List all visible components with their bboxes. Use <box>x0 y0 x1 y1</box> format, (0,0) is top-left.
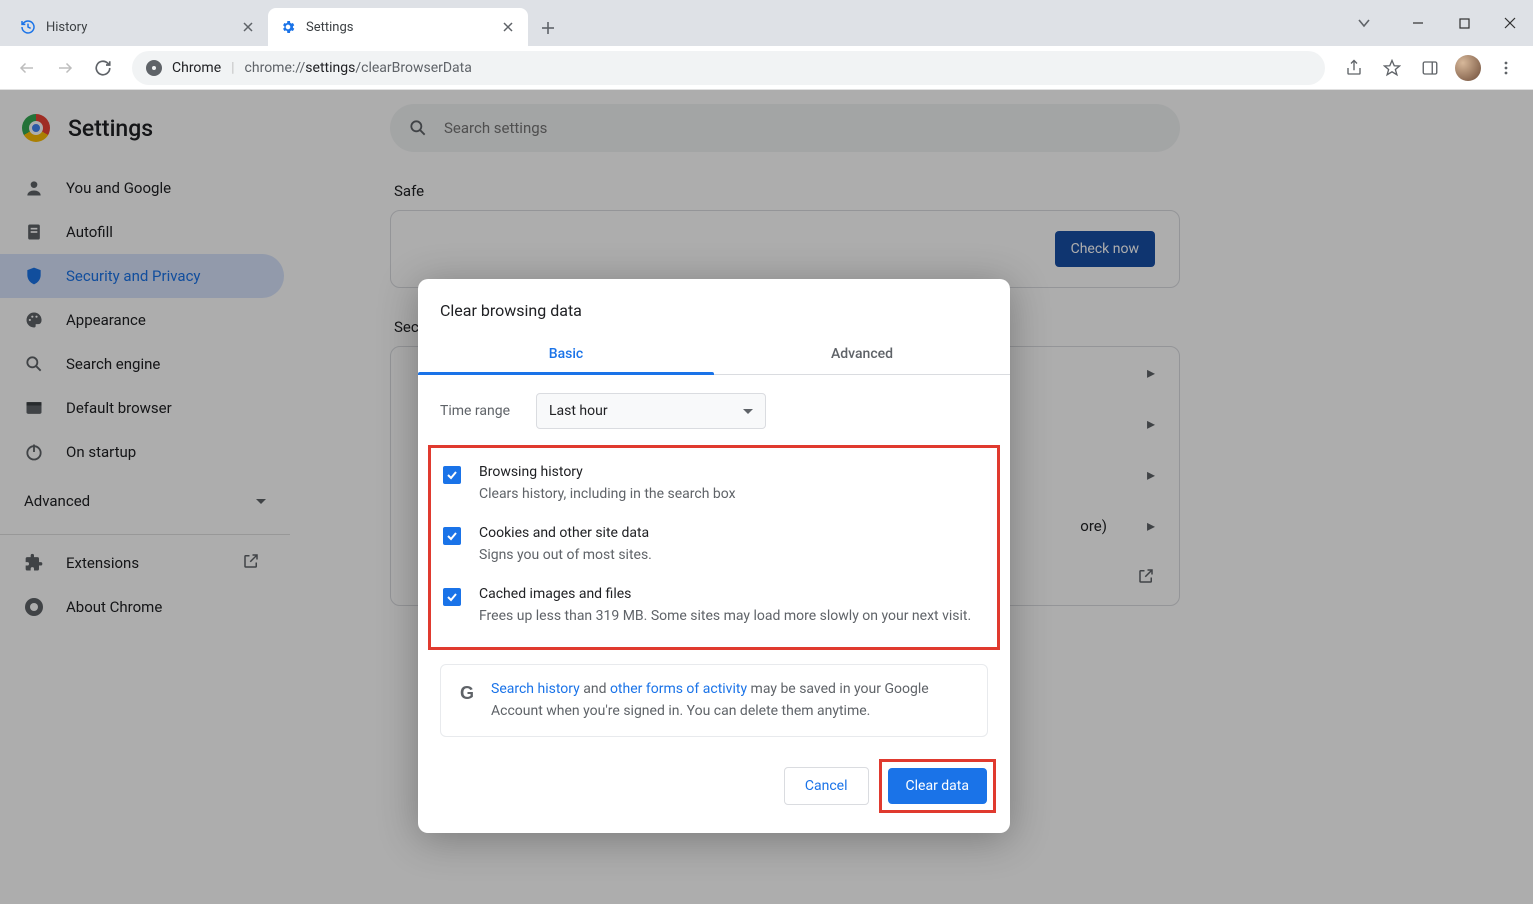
clear-browsing-data-dialog: Clear browsing data Basic Advanced Time … <box>418 279 1010 833</box>
highlight-box-clear: Clear data <box>879 759 996 813</box>
tab-settings[interactable]: Settings <box>268 8 528 46</box>
google-g-icon: G <box>457 683 477 703</box>
chevron-down-icon <box>743 409 753 414</box>
check-row-cookies[interactable]: Cookies and other site data Signs you ou… <box>439 515 989 576</box>
time-range-value: Last hour <box>549 403 608 419</box>
close-icon[interactable] <box>500 19 516 35</box>
tab-title: History <box>46 20 230 35</box>
history-icon <box>20 19 36 35</box>
tab-advanced[interactable]: Advanced <box>714 334 1010 374</box>
forward-button[interactable] <box>48 51 82 85</box>
new-tab-button[interactable] <box>534 14 562 42</box>
check-desc: Clears history, including in the search … <box>479 484 736 505</box>
address-host: settings <box>305 60 355 76</box>
close-icon[interactable] <box>240 19 256 35</box>
tab-search-icon[interactable] <box>1341 0 1387 46</box>
tab-title: Settings <box>306 20 490 35</box>
address-bar[interactable]: Chrome | chrome://settings/clearBrowserD… <box>132 51 1325 85</box>
gear-icon <box>280 19 296 35</box>
info-text: Search history and other forms of activi… <box>491 679 971 722</box>
share-icon[interactable] <box>1337 51 1371 85</box>
address-scheme: chrome:// <box>245 60 306 76</box>
check-title: Cached images and files <box>479 586 971 602</box>
link-search-history[interactable]: Search history <box>491 681 580 697</box>
time-range-label: Time range <box>440 403 522 419</box>
check-title: Cookies and other site data <box>479 525 652 541</box>
checkbox-checked-icon[interactable] <box>443 527 461 545</box>
dialog-tabs: Basic Advanced <box>418 334 1010 375</box>
minimize-button[interactable] <box>1395 0 1441 46</box>
browser-titlebar: History Settings <box>0 0 1533 46</box>
back-button[interactable] <box>10 51 44 85</box>
settings-page: Settings You and Google Autofill Securit… <box>0 90 1533 904</box>
check-row-browsing-history[interactable]: Browsing history Clears history, includi… <box>439 454 989 515</box>
clear-data-button[interactable]: Clear data <box>888 768 987 804</box>
close-window-button[interactable] <box>1487 0 1533 46</box>
maximize-button[interactable] <box>1441 0 1487 46</box>
tab-history[interactable]: History <box>8 8 268 46</box>
window-controls <box>1341 0 1533 46</box>
check-desc: Signs you out of most sites. <box>479 545 652 566</box>
check-title: Browsing history <box>479 464 736 480</box>
highlight-box-checks: Browsing history Clears history, includi… <box>428 445 1000 650</box>
profile-avatar[interactable] <box>1455 55 1481 81</box>
link-other-activity[interactable]: other forms of activity <box>610 681 747 697</box>
cancel-button[interactable]: Cancel <box>784 767 869 805</box>
address-scheme-label: Chrome <box>172 60 221 76</box>
time-range-row: Time range Last hour <box>418 375 1010 439</box>
time-range-select[interactable]: Last hour <box>536 393 766 429</box>
check-row-cache[interactable]: Cached images and files Frees up less th… <box>439 576 989 637</box>
tab-basic[interactable]: Basic <box>418 334 714 374</box>
dialog-actions: Cancel Clear data <box>418 737 1010 819</box>
browser-toolbar: Chrome | chrome://settings/clearBrowserD… <box>0 46 1533 90</box>
bookmark-icon[interactable] <box>1375 51 1409 85</box>
reload-button[interactable] <box>86 51 120 85</box>
chrome-icon <box>146 60 162 76</box>
checkbox-checked-icon[interactable] <box>443 466 461 484</box>
side-panel-icon[interactable] <box>1413 51 1447 85</box>
google-account-info: G Search history and other forms of acti… <box>440 664 988 737</box>
dialog-title: Clear browsing data <box>418 279 1010 334</box>
menu-icon[interactable] <box>1489 51 1523 85</box>
checkbox-checked-icon[interactable] <box>443 588 461 606</box>
address-text: Chrome | chrome://settings/clearBrowserD… <box>172 60 472 76</box>
check-desc: Frees up less than 319 MB. Some sites ma… <box>479 606 971 627</box>
address-path: /clearBrowserData <box>355 60 472 76</box>
